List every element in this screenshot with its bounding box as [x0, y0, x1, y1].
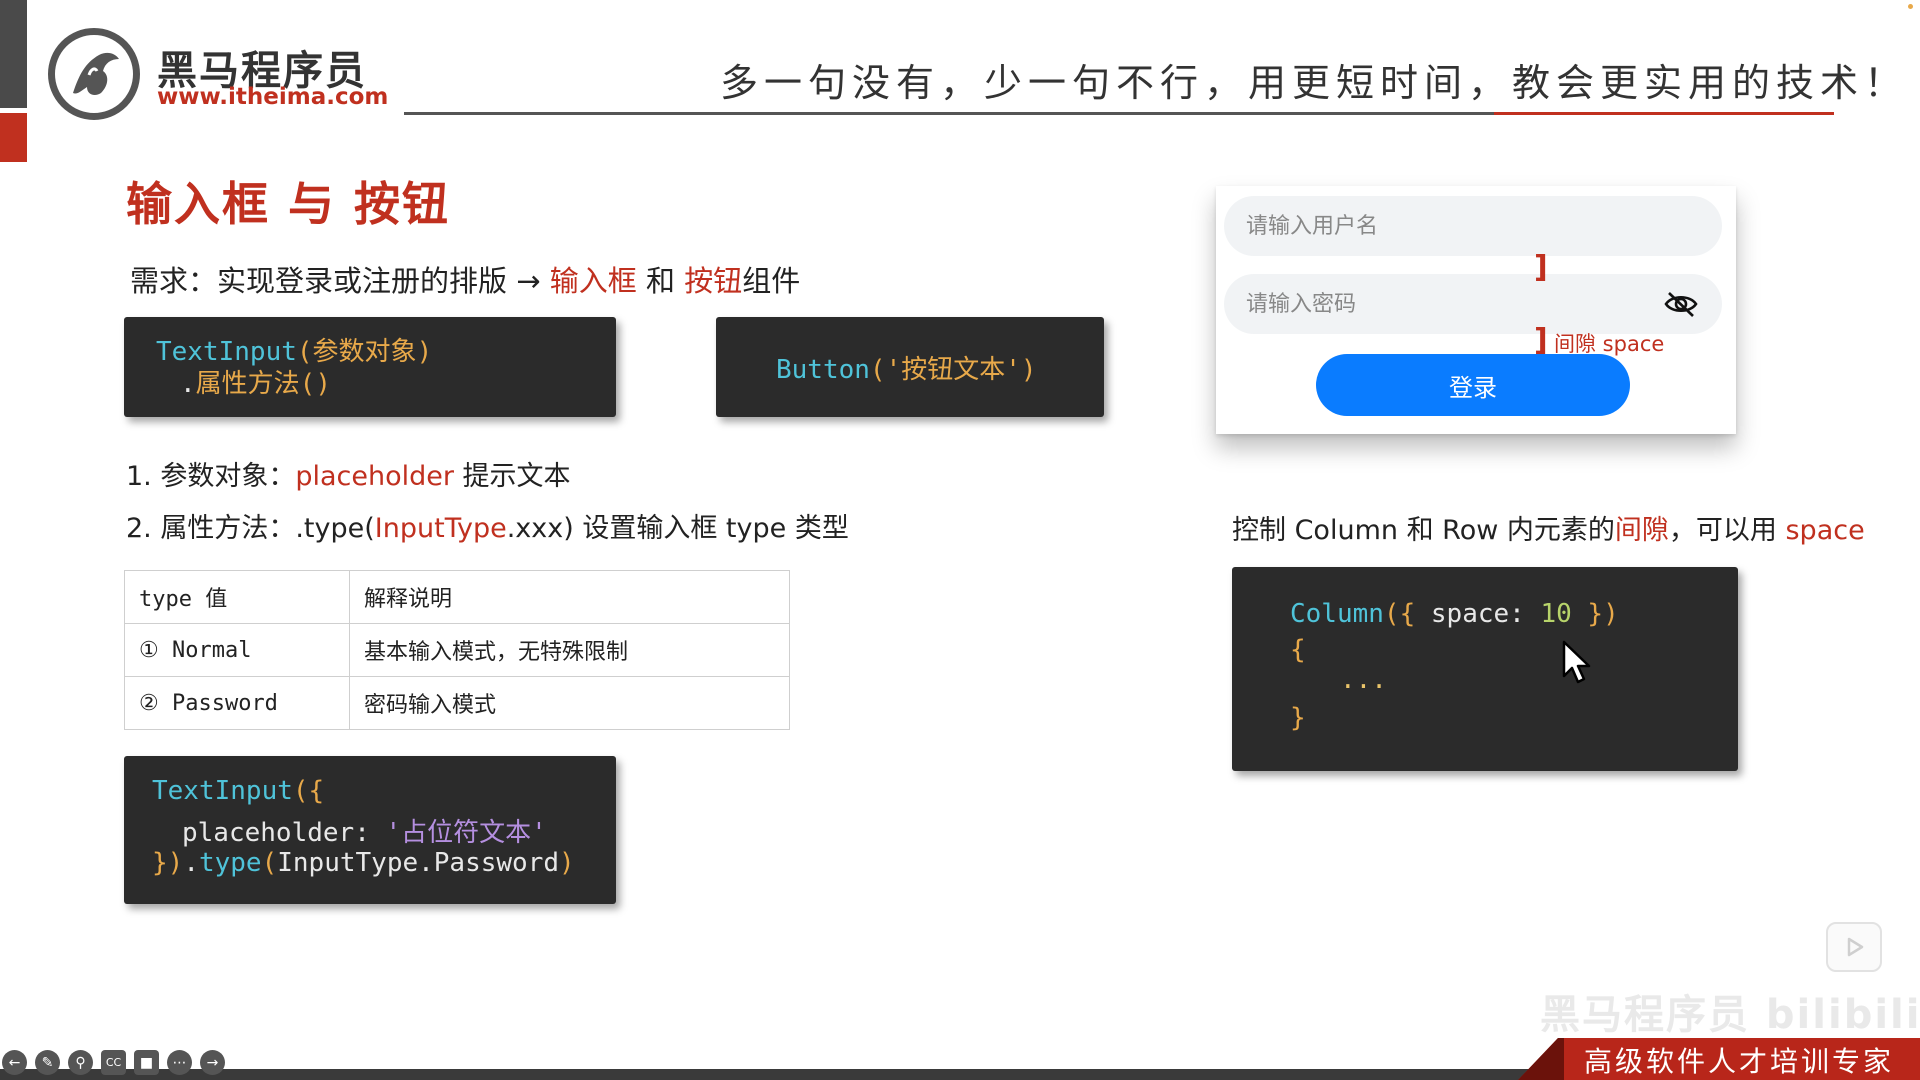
corner-dot: [1908, 4, 1913, 9]
table-row: ② Password 密码输入模式: [124, 676, 790, 730]
note-highlight: InputType: [374, 513, 507, 544]
code-token: type: [198, 848, 262, 878]
code-token: }: [1290, 703, 1306, 733]
code-token: }): [1571, 599, 1619, 629]
code-block-textinput: TextInput(参数对象) .属性方法(): [124, 317, 616, 417]
code-token: ({: [292, 776, 325, 806]
requirement-prefix: 需求：实现登录或注册的排版 →: [130, 264, 550, 298]
mouse-pointer-icon: [1562, 640, 1592, 690]
code-token: 10: [1540, 599, 1572, 629]
pen-icon[interactable]: ✎: [35, 1050, 60, 1075]
code-block-example: TextInput({ placeholder: '占位符文本' }).type…: [124, 756, 616, 904]
play-icon[interactable]: [1826, 922, 1882, 972]
table-header-row: type 值 解释说明: [124, 570, 790, 624]
logo-url: www.itheima.com: [157, 84, 389, 110]
note-placeholder: 1. 参数对象：placeholder 提示文本: [126, 454, 571, 493]
banner-text: 高级软件人才培训专家: [1584, 1045, 1895, 1078]
note-type-method: 2. 属性方法：.type(InputType.xxx) 设置输入框 type …: [126, 506, 849, 545]
left-red-bar: [0, 113, 27, 162]
requirement-button-word: 按钮: [684, 264, 743, 298]
code-token: :: [354, 818, 386, 848]
code-token: 属性方法: [195, 369, 300, 399]
code-token: }): [152, 848, 184, 878]
code-token: :: [1509, 599, 1541, 629]
code-token: (: [261, 848, 278, 878]
code-line: }).type(InputType.Password): [152, 848, 575, 878]
table-row: ① Normal 基本输入模式，无特殊限制: [124, 623, 790, 677]
username-input[interactable]: [1224, 196, 1722, 256]
code-token: .: [183, 848, 199, 878]
eye-off-icon[interactable]: [1664, 290, 1698, 322]
zoom-icon[interactable]: ⚲: [68, 1050, 93, 1075]
gap-space-label: 间隙 space: [1554, 332, 1665, 356]
more-icon[interactable]: ⋯: [167, 1050, 192, 1075]
code-line: placeholder: '占位符文本': [182, 812, 547, 849]
code-token: ): [559, 848, 575, 878]
header-slogan: 多一句没有，少一句不行，用更短时间，教会更实用的技术！: [720, 61, 1909, 105]
code-token: {: [1290, 635, 1306, 665]
gap-bracket: ]: [1534, 250, 1548, 285]
code-token: (): [299, 369, 331, 399]
note-highlight: space: [1785, 515, 1865, 546]
code-block-column: Column({ space: 10 }) { ... }: [1232, 567, 1738, 771]
left-dark-bar: [0, 0, 27, 108]
slogan-banner-edge: [1518, 1038, 1564, 1080]
code-token: '占位符文本': [385, 818, 547, 848]
password-input[interactable]: [1224, 274, 1722, 334]
back-icon[interactable]: ←: [2, 1050, 27, 1075]
table-cell: 基本输入模式，无特殊限制: [349, 623, 790, 677]
note-text: .xxx) 设置输入框 type 类型: [506, 513, 849, 544]
login-preview-card: 登录: [1216, 186, 1736, 434]
code-token: '按钮文本': [885, 355, 1021, 385]
code-token: (: [869, 355, 886, 385]
code-token: Column: [1290, 599, 1384, 629]
code-token: ): [1020, 355, 1037, 385]
login-button[interactable]: 登录: [1316, 354, 1630, 416]
code-token: space: [1415, 599, 1510, 629]
requirement-input-word: 输入框: [549, 264, 637, 298]
code-line: Column({ space: 10 }): [1290, 599, 1619, 629]
code-token: InputType.Password: [277, 848, 560, 878]
requirement-suffix: 组件: [742, 264, 801, 298]
table-header-cell: 解释说明: [349, 570, 790, 624]
note-text: 1. 参数对象：: [126, 461, 296, 492]
code-line: TextInput({: [152, 776, 324, 806]
forward-icon[interactable]: →: [200, 1050, 225, 1075]
code-token: .: [180, 369, 196, 399]
cc-icon[interactable]: CC: [101, 1050, 126, 1075]
code-line: .属性方法(): [180, 363, 331, 400]
requirement-and: 和: [636, 264, 685, 298]
table-cell: ② Password: [124, 676, 350, 730]
note-text: 提示文本: [453, 461, 571, 492]
type-table: type 值 解释说明 ① Normal 基本输入模式，无特殊限制 ② Pass…: [124, 570, 790, 730]
page-title: 输入框 与 按钮: [126, 177, 451, 231]
note-text: 控制 Column 和 Row 内元素的: [1232, 515, 1615, 546]
code-token: ): [416, 337, 433, 367]
note-text: ，可以用: [1668, 515, 1786, 546]
code-token: ({: [1383, 599, 1416, 629]
code-token: ...: [1340, 665, 1387, 695]
code-token: placeholder: [182, 818, 355, 848]
gap-bracket: ]: [1534, 323, 1548, 358]
horse-logo-icon: [48, 28, 140, 120]
note-highlight: placeholder: [295, 461, 454, 492]
note-highlight: 间隙: [1614, 515, 1669, 546]
watermark: 黑马程序员 bilibili: [1540, 992, 1920, 1038]
code-block-button: Button('按钮文本'): [716, 317, 1104, 417]
table-header-cell: type 值: [124, 570, 350, 624]
header-divider-accent: [1494, 112, 1834, 115]
note-text: 2. 属性方法：.type(: [126, 513, 375, 544]
code-token: Button: [776, 355, 870, 385]
presentation-toolbar: ← ✎ ⚲ CC ■ ⋯ →: [2, 1050, 225, 1076]
table-cell: 密码输入模式: [349, 676, 790, 730]
code-line: Button('按钮文本'): [776, 349, 1037, 386]
space-note: 控制 Column 和 Row 内元素的间隙，可以用 space: [1232, 508, 1865, 547]
camera-icon[interactable]: ■: [134, 1050, 159, 1075]
code-token: TextInput: [152, 776, 293, 806]
requirement-text: 需求：实现登录或注册的排版 → 输入框 和 按钮组件: [130, 258, 800, 300]
table-cell: ① Normal: [124, 623, 350, 677]
